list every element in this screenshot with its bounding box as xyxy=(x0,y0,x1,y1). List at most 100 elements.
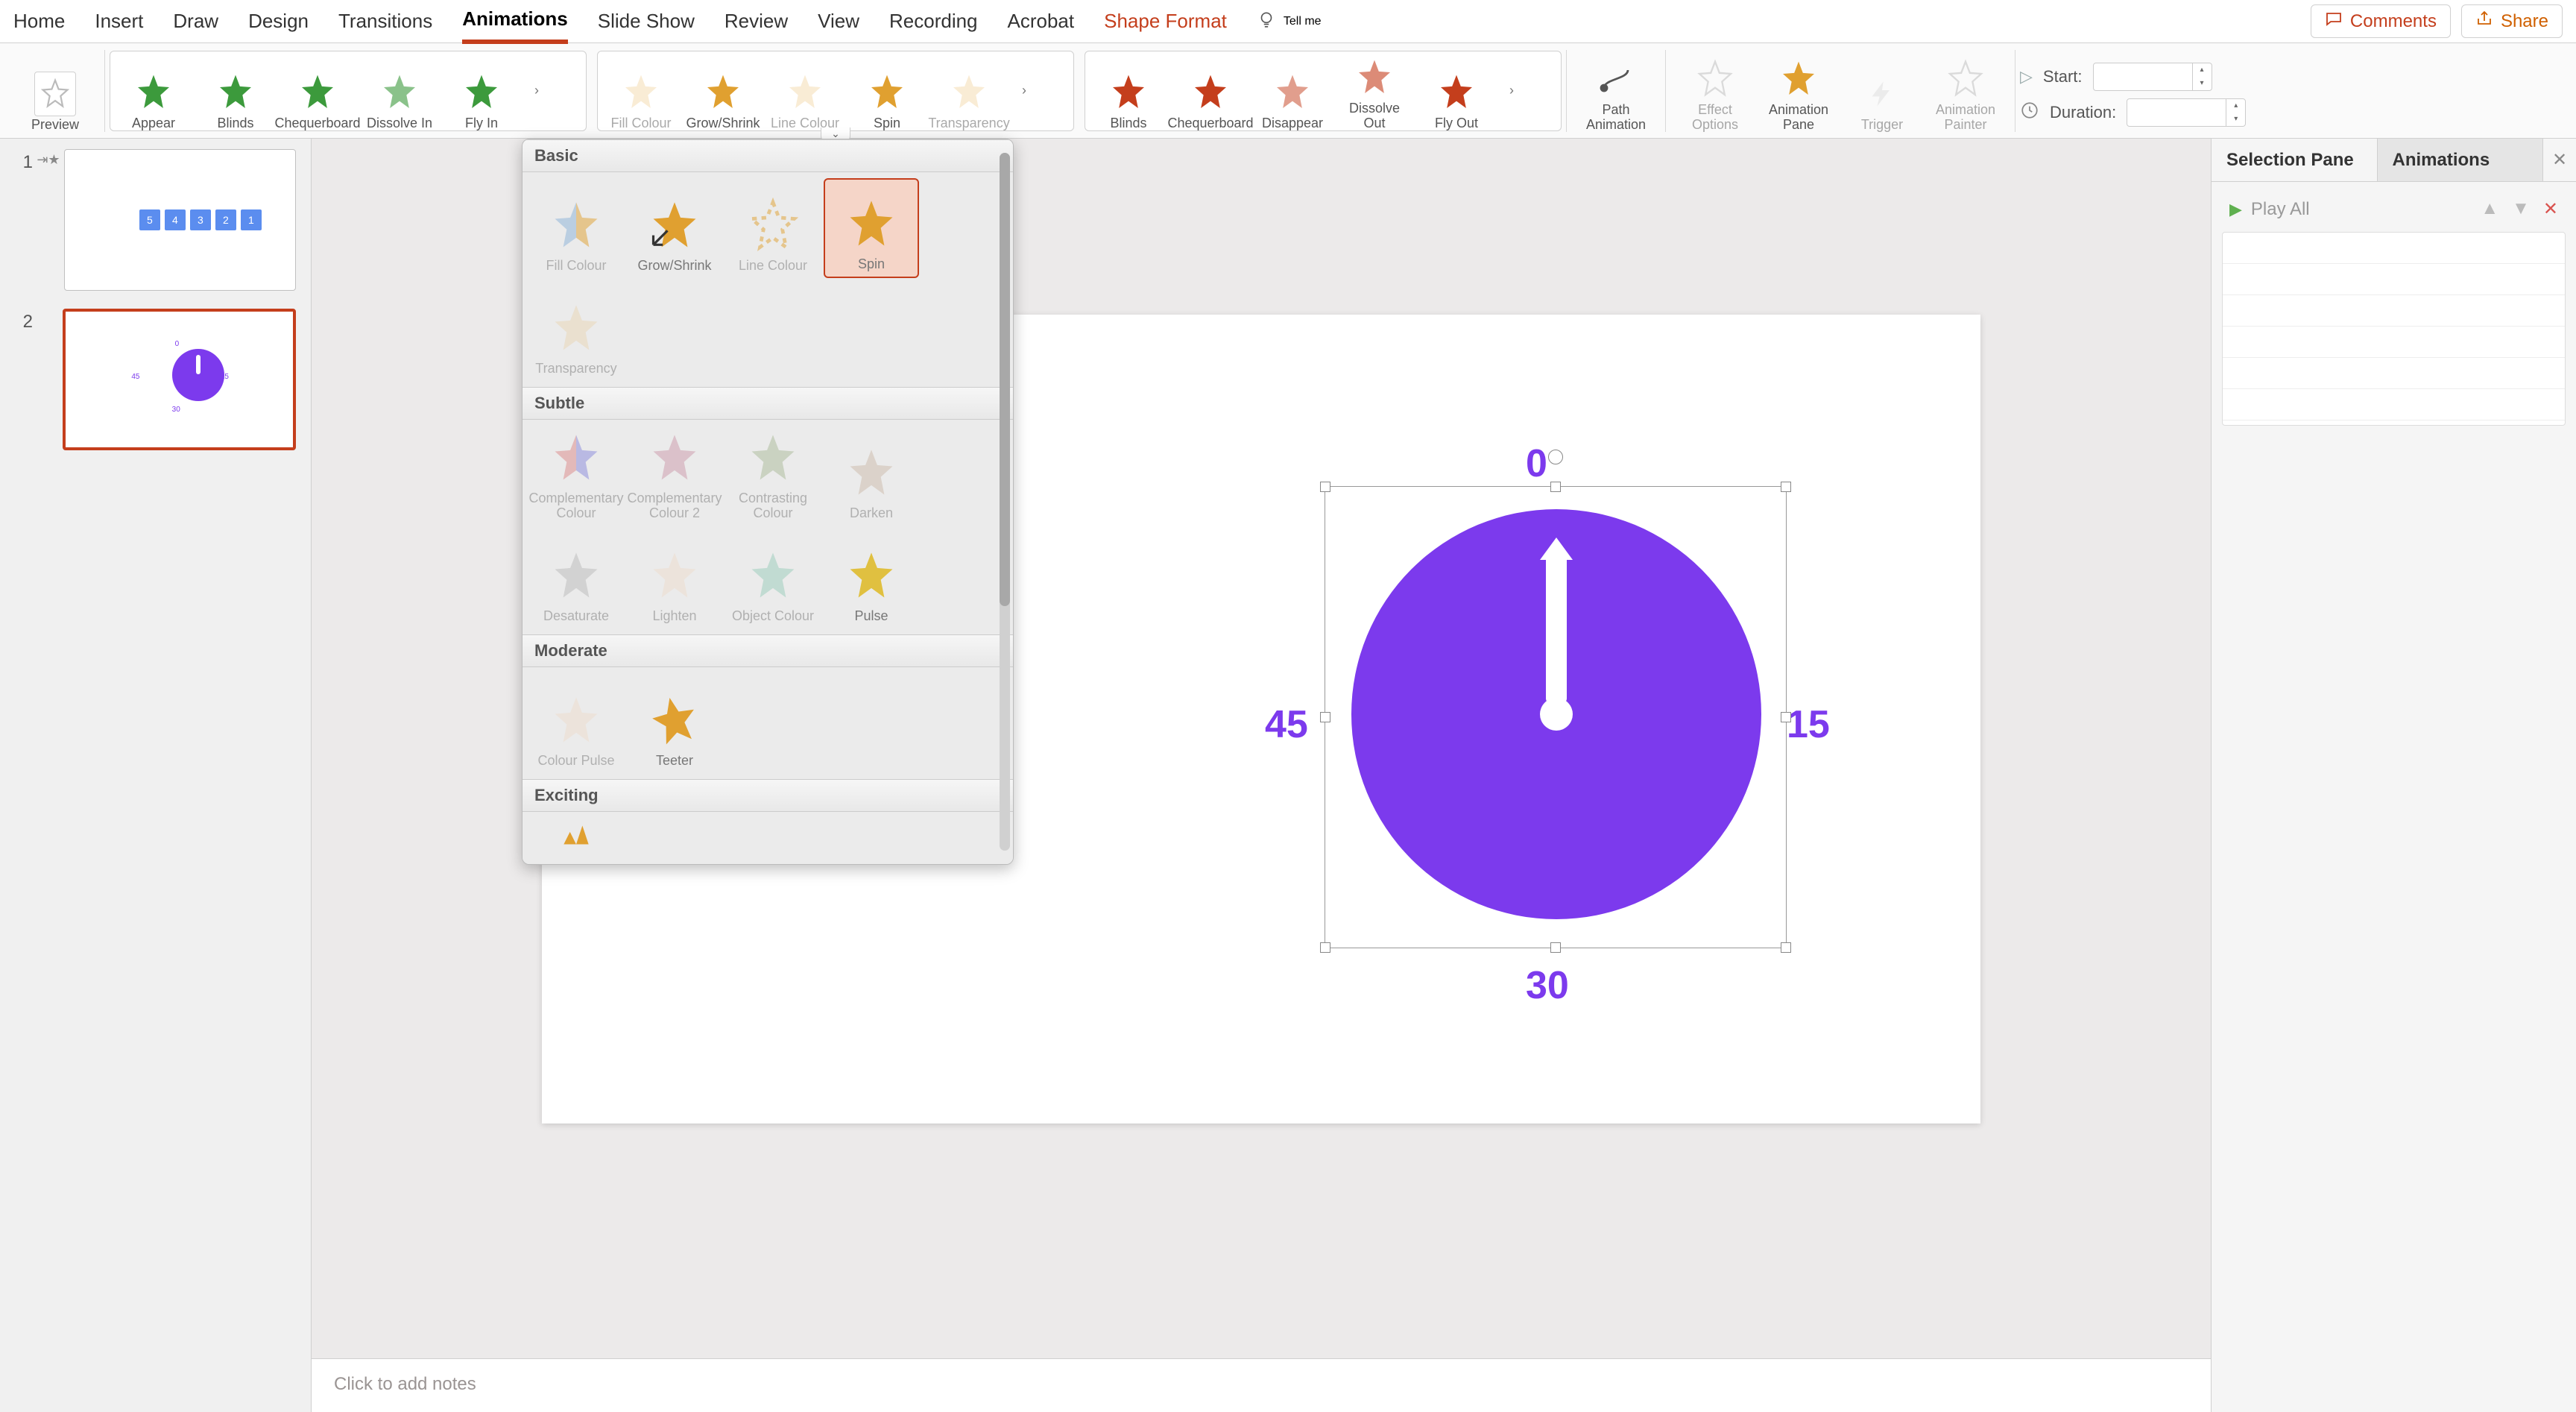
resize-handle[interactable] xyxy=(1781,712,1791,722)
exit-dissolve-out[interactable]: Dissolve Out xyxy=(1337,51,1412,131)
trigger-button[interactable]: Trigger xyxy=(1845,52,1919,133)
list-item[interactable] xyxy=(2223,233,2565,264)
spin-down[interactable]: ▾ xyxy=(2226,113,2245,126)
dg-spin[interactable]: Spin xyxy=(824,178,919,278)
dg-exciting-item[interactable] xyxy=(528,818,624,863)
list-item[interactable] xyxy=(2223,327,2565,358)
emphasis-more[interactable]: › xyxy=(1014,83,1035,98)
emphasis-gallery: Fill Colour Grow/Shrink Line Colour Spin… xyxy=(597,51,1074,131)
panel-tab-selection[interactable]: Selection Pane xyxy=(2212,139,2378,181)
entrance-dissolve-in[interactable]: Dissolve In xyxy=(362,51,437,131)
spin-up[interactable]: ▴ xyxy=(2193,63,2212,77)
path-animation-button[interactable]: Path Animation xyxy=(1579,52,1653,133)
path-icon xyxy=(1595,58,1637,100)
play-all-row[interactable]: ▶ Play All ▲ ▼ ✕ xyxy=(2222,192,2566,226)
list-item[interactable] xyxy=(2223,358,2565,389)
exit-more[interactable]: › xyxy=(1501,83,1522,98)
comments-button[interactable]: Comments xyxy=(2311,4,2451,38)
dg-object-colour[interactable]: Object Colour xyxy=(725,529,821,628)
tab-animations[interactable]: Animations xyxy=(462,0,568,44)
emphasis-line-colour[interactable]: Line Colour xyxy=(768,51,842,131)
dg-desaturate[interactable]: Desaturate xyxy=(528,529,624,628)
effect-options-button[interactable]: Effect Options xyxy=(1678,52,1752,133)
start-input[interactable]: ▴▾ xyxy=(2093,63,2212,91)
animation-pane-button[interactable]: Animation Pane xyxy=(1761,52,1836,133)
emphasis-spin[interactable]: Spin xyxy=(850,51,924,131)
entrance-more[interactable]: › xyxy=(526,83,547,98)
dg-fill-colour[interactable]: Fill Colour xyxy=(528,178,624,278)
animation-painter-button[interactable]: Animation Painter xyxy=(1928,52,2003,133)
tab-insert[interactable]: Insert xyxy=(95,1,143,42)
preview-button[interactable]: Preview xyxy=(18,52,92,133)
dg-grow-shrink[interactable]: Grow/Shrink xyxy=(627,178,722,278)
resize-handle[interactable] xyxy=(1320,712,1330,722)
star-icon xyxy=(1272,72,1313,113)
slide-thumbnail-1[interactable]: 5 4 3 2 1 xyxy=(64,149,296,291)
scrollbar-thumb[interactable] xyxy=(1000,153,1010,606)
spin-up[interactable]: ▴ xyxy=(2226,99,2245,113)
star-icon xyxy=(1108,72,1149,113)
move-up-icon[interactable]: ▲ xyxy=(2481,198,2498,220)
resize-handle[interactable] xyxy=(1320,482,1330,492)
exit-disappear[interactable]: Disappear xyxy=(1255,51,1330,131)
tab-recording[interactable]: Recording xyxy=(889,1,978,42)
dg-pulse[interactable]: Pulse xyxy=(824,529,919,628)
rotate-handle[interactable] xyxy=(1548,450,1563,464)
entrance-blinds[interactable]: Blinds xyxy=(198,51,273,131)
tab-view[interactable]: View xyxy=(818,1,859,42)
emphasis-grow-shrink[interactable]: Grow/Shrink xyxy=(686,51,760,131)
clock-icon xyxy=(2020,101,2039,125)
duration-input[interactable]: ▴▾ xyxy=(2127,98,2246,127)
spin-down[interactable]: ▾ xyxy=(2193,77,2212,90)
panel-tab-animations[interactable]: Animations xyxy=(2378,139,2544,181)
dg-colour-pulse[interactable]: Colour Pulse xyxy=(528,673,624,773)
dg-contrasting-colour[interactable]: Contrasting Colour xyxy=(725,426,821,526)
notes-area[interactable]: Click to add notes xyxy=(312,1358,2211,1412)
exit-blinds[interactable]: Blinds xyxy=(1091,51,1166,131)
resize-handle[interactable] xyxy=(1320,942,1330,953)
dg-complementary-colour-2[interactable]: Complementary Colour 2 xyxy=(627,426,722,526)
selected-shape[interactable] xyxy=(1325,486,1787,948)
resize-handle[interactable] xyxy=(1550,942,1561,953)
tab-home[interactable]: Home xyxy=(13,1,65,42)
exit-fly-out[interactable]: Fly Out xyxy=(1419,51,1494,131)
emphasis-transparency[interactable]: Transparency xyxy=(932,51,1006,131)
dg-complementary-colour[interactable]: Complementary Colour xyxy=(528,426,624,526)
delete-icon[interactable]: ✕ xyxy=(2543,198,2558,220)
tab-shape-format[interactable]: Shape Format xyxy=(1104,1,1227,42)
dg-darken[interactable]: Darken xyxy=(824,426,919,526)
resize-handle[interactable] xyxy=(1781,482,1791,492)
panel-close-button[interactable]: ✕ xyxy=(2543,139,2576,181)
entrance-fly-in[interactable]: Fly In xyxy=(444,51,519,131)
resize-handle[interactable] xyxy=(1781,942,1791,953)
tab-slideshow[interactable]: Slide Show xyxy=(598,1,695,42)
list-item[interactable] xyxy=(2223,264,2565,295)
share-button[interactable]: Share xyxy=(2461,4,2563,38)
dg-teeter[interactable]: Teeter xyxy=(627,673,722,773)
entrance-appear[interactable]: Appear xyxy=(116,51,191,131)
star-icon xyxy=(548,693,604,749)
entrance-chequerboard[interactable]: Chequerboard xyxy=(280,51,355,131)
list-item[interactable] xyxy=(2223,389,2565,420)
move-down-icon[interactable]: ▼ xyxy=(2512,198,2530,220)
tab-design[interactable]: Design xyxy=(248,1,309,42)
list-item[interactable] xyxy=(2223,295,2565,327)
resize-handle[interactable] xyxy=(1550,482,1561,492)
tell-me[interactable]: Tell me xyxy=(1257,10,1322,33)
star-icon xyxy=(133,72,174,113)
tab-review[interactable]: Review xyxy=(724,1,788,42)
star-outline-icon xyxy=(34,72,76,116)
dg-transparency[interactable]: Transparency xyxy=(528,281,624,381)
slide-thumbnail-2[interactable]: 0 15 30 45 xyxy=(63,309,296,450)
exit-chequerboard[interactable]: Chequerboard xyxy=(1173,51,1248,131)
anim-star-icon: ⇥★ xyxy=(37,152,60,168)
dg-line-colour[interactable]: Line Colour xyxy=(725,178,821,278)
clock-label-0: 0 xyxy=(1526,441,1547,486)
tab-transitions[interactable]: Transitions xyxy=(338,1,432,42)
dg-lighten[interactable]: Lighten xyxy=(627,529,722,628)
dropdown-scrollbar[interactable] xyxy=(1000,153,1010,851)
emphasis-fill-colour[interactable]: Fill Colour xyxy=(604,51,678,131)
tab-draw[interactable]: Draw xyxy=(173,1,218,42)
tab-acrobat[interactable]: Acrobat xyxy=(1008,1,1075,42)
star-icon xyxy=(548,430,604,487)
